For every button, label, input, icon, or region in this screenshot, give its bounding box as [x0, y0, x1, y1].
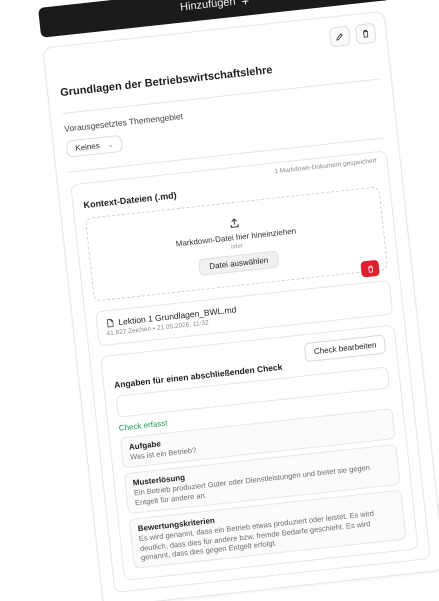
- dropzone-or: oder: [230, 242, 244, 251]
- add-button-label: Hinzufügen: [179, 0, 237, 14]
- check-section: Angaben für einen abschließenden Check C…: [99, 324, 419, 582]
- topic-select[interactable]: Keines ⌄: [65, 134, 124, 158]
- edit-check-button[interactable]: Check bearbeiten: [304, 334, 387, 363]
- choose-file-button[interactable]: Datei auswählen: [198, 250, 279, 276]
- course-card: Grundlagen der Betriebswirtschaftslehre …: [42, 10, 439, 601]
- delete-file-button[interactable]: [360, 259, 380, 278]
- card-tools: [328, 22, 377, 48]
- tilted-ui: Hinzufügen + Grundlagen der Betriebswirt…: [38, 0, 439, 601]
- card-title: Grundlagen der Betriebswirtschaftslehre: [59, 64, 274, 100]
- plus-icon: +: [240, 0, 250, 9]
- upload-icon: [228, 216, 241, 231]
- delete-card-button[interactable]: [354, 22, 377, 45]
- file-icon: [106, 318, 114, 328]
- file-info: Lektion 1 Grundlagen_BWL.md 41.827 Zeich…: [105, 304, 238, 337]
- trash-icon: [367, 265, 373, 273]
- topic-select-value: Keines: [74, 141, 101, 153]
- trash-icon: [362, 29, 369, 38]
- chevron-down-icon: ⌄: [107, 141, 114, 149]
- pencil-icon: [336, 33, 343, 41]
- edit-button[interactable]: [328, 25, 351, 48]
- screenshot-stage: Hinzufügen + Grundlagen der Betriebswirt…: [0, 0, 439, 601]
- context-files-section: 1 Markdown-Dokument gespeichert Kontext-…: [70, 150, 431, 594]
